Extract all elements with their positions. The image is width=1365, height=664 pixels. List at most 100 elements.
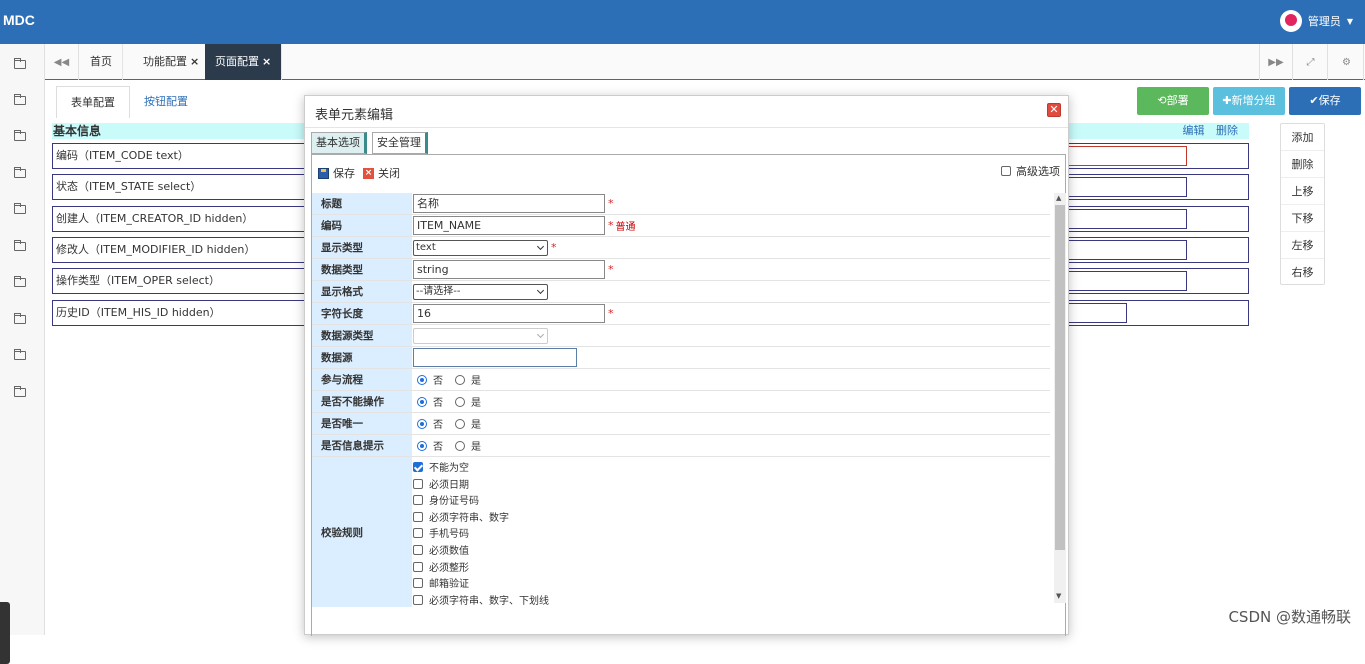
tab-page-config[interactable]: 页面配置 × (205, 44, 283, 80)
checkbox[interactable] (413, 527, 423, 538)
close-button[interactable]: × 关闭 (363, 165, 400, 181)
validation-option[interactable]: 必须日期 (413, 476, 469, 491)
field-preview (1067, 303, 1127, 323)
radio-yes[interactable] (455, 418, 465, 429)
validation-option[interactable]: 邮箱验证 (413, 575, 469, 590)
tab-button-config[interactable]: 按钮配置 (130, 86, 202, 118)
radio-no[interactable] (417, 440, 427, 451)
validation-option[interactable]: 手机号码 (413, 525, 469, 540)
advanced-options[interactable]: 高级选项 (1001, 163, 1060, 179)
scroll-down-icon[interactable]: ▼ (1056, 592, 1061, 600)
tab-label: 表单配置 (71, 96, 115, 109)
close-icon[interactable]: × (190, 55, 199, 68)
button-label: 关闭 (378, 167, 400, 180)
scroll-up-icon[interactable]: ▲ (1056, 194, 1061, 202)
gear-icon[interactable]: ⚙ (1330, 44, 1364, 80)
close-icon[interactable]: ✕ (1047, 103, 1061, 117)
code-input[interactable]: ITEM_NAME (413, 216, 605, 235)
add-group-button[interactable]: ✚新增分组 (1213, 87, 1285, 115)
row-value: string * (412, 259, 1050, 280)
row-value (412, 347, 1050, 368)
fullscreen-icon[interactable]: ⤢ (1294, 44, 1328, 80)
save-button[interactable]: ✔保存 (1289, 87, 1361, 115)
row-label: 字符长度 (312, 303, 412, 324)
radio-label: 否 (433, 398, 443, 409)
radio-yes[interactable] (455, 396, 465, 407)
checkbox[interactable] (413, 544, 423, 555)
tab-form-config[interactable]: 表单配置 (56, 86, 130, 118)
folder-icon[interactable] (14, 130, 26, 141)
option-label: 必须字符串、数字 (429, 513, 509, 524)
datasource-input[interactable] (413, 348, 577, 367)
validation-option[interactable]: 不能为空 (413, 459, 469, 474)
data-type-input[interactable]: string (413, 260, 605, 279)
checkbox[interactable] (413, 561, 423, 572)
row-value: 否是 (412, 435, 1050, 456)
checkbox[interactable] (413, 461, 423, 472)
tab-home[interactable]: 首页 (80, 44, 123, 80)
checkbox[interactable] (413, 577, 423, 588)
length-input[interactable]: 16 (413, 304, 605, 323)
radio-no[interactable] (417, 396, 427, 407)
row-label: 标题 (312, 193, 412, 214)
radio-label: 是 (471, 420, 481, 431)
close-icon[interactable]: × (262, 55, 271, 68)
folder-icon[interactable] (14, 167, 26, 178)
folder-icon[interactable] (14, 58, 26, 69)
user-name[interactable]: 管理员 (1308, 13, 1341, 29)
option-label: 必须整形 (429, 563, 469, 574)
form-scrollbar[interactable]: ▲ ▼ (1054, 193, 1066, 603)
checkbox[interactable] (413, 478, 423, 489)
scroll-left-icon[interactable]: ◀◀ (45, 44, 79, 80)
delete-link[interactable]: 删除 (1216, 124, 1238, 137)
title-input[interactable]: 名称 (413, 194, 605, 213)
move-left-button[interactable]: 左移 (1281, 232, 1324, 259)
checkbox[interactable] (413, 511, 423, 522)
advanced-checkbox[interactable] (1001, 166, 1011, 176)
button-label: 保存 (333, 167, 355, 180)
validation-option[interactable]: 必须数值 (413, 542, 469, 557)
app-logo[interactable]: MDC (3, 12, 35, 28)
validation-option[interactable]: 必须字符串、数字、下划线 (413, 592, 549, 607)
scroll-right-icon[interactable]: ▶▶ (1259, 44, 1293, 80)
folder-icon[interactable] (14, 240, 26, 251)
checkbox[interactable] (413, 594, 423, 605)
tab-basic-options[interactable]: 基本选项 (311, 132, 367, 154)
required-mark: * (608, 219, 614, 232)
deploy-icon: ⟲ (1157, 94, 1167, 107)
folder-icon[interactable] (14, 203, 26, 214)
radio-no[interactable] (417, 374, 427, 385)
checkbox[interactable] (413, 494, 423, 505)
user-menu[interactable]: 管理员 ▼ (1279, 10, 1353, 32)
folder-icon[interactable] (14, 386, 26, 397)
avatar[interactable] (1279, 10, 1302, 32)
move-right-button[interactable]: 右移 (1281, 259, 1324, 286)
tab-security[interactable]: 安全管理 (372, 132, 428, 154)
validation-option[interactable]: 必须整形 (413, 559, 469, 574)
delete-button[interactable]: 删除 (1281, 151, 1324, 178)
deploy-button[interactable]: ⟲部署 (1137, 87, 1209, 115)
move-up-button[interactable]: 上移 (1281, 178, 1324, 205)
caret-down-icon[interactable]: ▼ (1347, 17, 1353, 26)
radio-yes[interactable] (455, 440, 465, 451)
display-type-select[interactable]: text (413, 239, 548, 256)
edit-link[interactable]: 编辑 (1183, 124, 1205, 137)
sidebar (0, 44, 45, 664)
radio-yes[interactable] (455, 374, 465, 385)
save-button[interactable]: 保存 (318, 165, 355, 181)
sidebar-resize-handle[interactable] (0, 602, 10, 664)
datasource-type-select[interactable] (413, 327, 548, 344)
folder-icon[interactable] (14, 276, 26, 287)
field-preview (1067, 146, 1187, 166)
tab-function-config[interactable]: 功能配置 × (133, 44, 211, 80)
move-down-button[interactable]: 下移 (1281, 205, 1324, 232)
folder-icon[interactable] (14, 94, 26, 105)
radio-no[interactable] (417, 418, 427, 429)
validation-option[interactable]: 身份证号码 (413, 492, 479, 507)
folder-icon[interactable] (14, 349, 26, 360)
scrollbar-thumb[interactable] (1055, 205, 1065, 550)
validation-option[interactable]: 必须字符串、数字 (413, 509, 509, 524)
add-button[interactable]: 添加 (1281, 124, 1324, 151)
folder-icon[interactable] (14, 313, 26, 324)
display-format-select[interactable]: --请选择-- (413, 283, 548, 300)
